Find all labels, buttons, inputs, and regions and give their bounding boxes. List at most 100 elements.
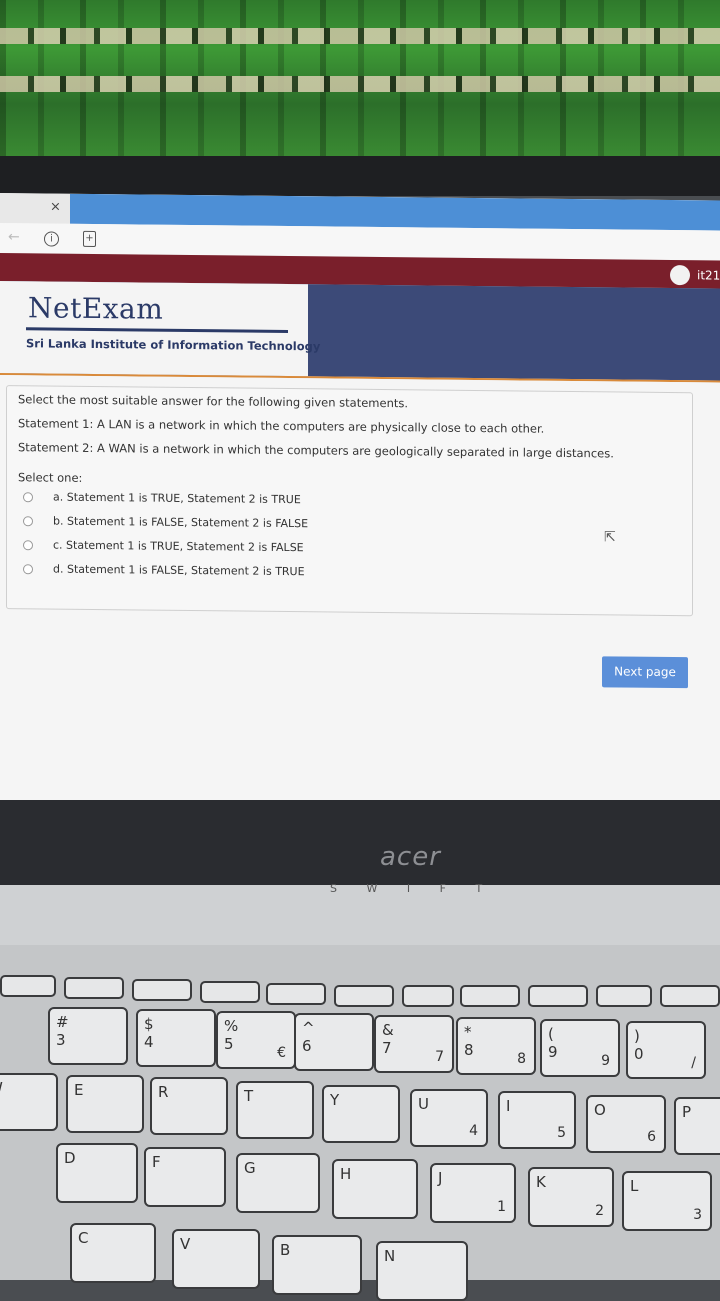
key-alt: 9 bbox=[601, 1053, 610, 1069]
key-digit: 5 bbox=[224, 1035, 234, 1053]
answer-option-c[interactable]: c. Statement 1 is TRUE, Statement 2 is F… bbox=[23, 538, 304, 557]
question-card: Select the most suitable answer for the … bbox=[6, 385, 693, 617]
next-page-button[interactable]: Next page bbox=[602, 656, 688, 689]
function-key[interactable] bbox=[132, 979, 192, 1001]
option-label: b. Statement 1 is FALSE, Statement 2 is … bbox=[53, 514, 309, 531]
key-digit: 0 bbox=[634, 1045, 644, 1063]
close-icon[interactable]: × bbox=[50, 200, 61, 215]
key-symbol: ) bbox=[634, 1027, 640, 1045]
function-key[interactable] bbox=[596, 985, 652, 1007]
option-label: a. Statement 1 is TRUE, Statement 2 is T… bbox=[53, 490, 301, 507]
key[interactable]: H bbox=[332, 1159, 418, 1219]
key[interactable]: C bbox=[70, 1223, 156, 1283]
curtain-pattern bbox=[0, 28, 720, 44]
status-letter: T bbox=[475, 882, 483, 895]
key-letter: K bbox=[536, 1173, 546, 1191]
key[interactable]: * 8 8 bbox=[456, 1017, 536, 1075]
key-letter: U bbox=[418, 1095, 429, 1113]
answer-option-b[interactable]: b. Statement 1 is FALSE, Statement 2 is … bbox=[23, 514, 308, 533]
key-letter: G bbox=[244, 1159, 256, 1177]
key[interactable]: V bbox=[172, 1229, 260, 1289]
avatar[interactable] bbox=[670, 265, 690, 286]
key-symbol: $ bbox=[144, 1015, 154, 1033]
key[interactable]: ) 0 / bbox=[626, 1021, 706, 1079]
key[interactable]: J1 bbox=[430, 1163, 516, 1223]
laptop-logo: acer bbox=[380, 842, 441, 872]
radio-button[interactable] bbox=[23, 516, 33, 527]
key[interactable]: E bbox=[66, 1075, 144, 1133]
key[interactable]: P bbox=[674, 1097, 720, 1155]
key[interactable]: U4 bbox=[410, 1089, 488, 1147]
answer-option-a[interactable]: a. Statement 1 is TRUE, Statement 2 is T… bbox=[23, 490, 301, 509]
key-letter: T bbox=[244, 1087, 254, 1105]
key[interactable]: N bbox=[376, 1241, 468, 1301]
function-key[interactable] bbox=[460, 985, 520, 1007]
function-key[interactable] bbox=[334, 985, 394, 1007]
key-letter: N bbox=[384, 1247, 396, 1265]
radio-button[interactable] bbox=[23, 492, 33, 503]
key[interactable]: (9 9 bbox=[540, 1019, 620, 1077]
function-key[interactable] bbox=[402, 985, 454, 1007]
key[interactable]: W bbox=[0, 1073, 58, 1131]
select-label: Select one: bbox=[18, 470, 83, 485]
status-letter: I bbox=[406, 882, 411, 895]
key-letter: E bbox=[74, 1081, 84, 1099]
key-letter: O bbox=[594, 1101, 606, 1119]
function-key[interactable] bbox=[0, 975, 56, 997]
function-key[interactable] bbox=[64, 977, 124, 999]
key-letter: L bbox=[630, 1177, 639, 1195]
laptop-bezel-top bbox=[0, 156, 720, 196]
key[interactable]: $4 bbox=[136, 1009, 216, 1067]
key-digit: 6 bbox=[302, 1037, 312, 1055]
key[interactable]: ^ 6 bbox=[294, 1013, 374, 1071]
answer-option-d[interactable]: d. Statement 1 is FALSE, Statement 2 is … bbox=[23, 562, 305, 581]
brand-name[interactable]: NetExam bbox=[28, 291, 163, 325]
key[interactable]: G bbox=[236, 1153, 320, 1213]
key[interactable]: B bbox=[272, 1235, 362, 1295]
key-letter: C bbox=[78, 1229, 89, 1247]
key-letter: P bbox=[682, 1103, 692, 1121]
key-symbol: # bbox=[56, 1013, 69, 1031]
user-name[interactable]: it21 bbox=[697, 268, 720, 282]
key[interactable]: Y bbox=[322, 1085, 400, 1143]
page-icon[interactable]: + bbox=[83, 230, 96, 248]
function-key[interactable] bbox=[528, 985, 588, 1007]
key-alt: 6 bbox=[647, 1129, 656, 1145]
key[interactable]: O6 bbox=[586, 1095, 666, 1153]
function-key[interactable] bbox=[266, 983, 326, 1005]
back-arrow-icon[interactable]: ← bbox=[8, 229, 20, 245]
key-letter: D bbox=[64, 1149, 76, 1167]
key-alt: / bbox=[691, 1055, 696, 1071]
key[interactable]: T bbox=[236, 1081, 314, 1139]
question-statement-2: Statement 2: A WAN is a network in which… bbox=[18, 440, 614, 461]
mouse-cursor-icon: ⇱ bbox=[604, 529, 616, 546]
key[interactable]: I5 bbox=[498, 1091, 576, 1149]
key-symbol: * bbox=[464, 1023, 472, 1041]
key-letter: W bbox=[0, 1079, 3, 1097]
question-instruction: Select the most suitable answer for the … bbox=[18, 392, 409, 411]
key-alt: 7 bbox=[435, 1049, 444, 1065]
keyboard: #3 $4 %5€ ^6 &77 *88 (99 )0/ W E R T Y U… bbox=[0, 945, 720, 1301]
key-symbol: & bbox=[382, 1021, 394, 1039]
option-label: c. Statement 1 is TRUE, Statement 2 is F… bbox=[53, 538, 304, 555]
key-symbol: ^ bbox=[302, 1019, 315, 1037]
key[interactable]: R bbox=[150, 1077, 228, 1135]
key-alt: 8 bbox=[517, 1051, 526, 1067]
info-icon[interactable]: i bbox=[44, 231, 59, 247]
key[interactable]: L3 bbox=[622, 1171, 712, 1231]
function-key[interactable] bbox=[200, 981, 260, 1003]
key[interactable]: & 7 7 bbox=[374, 1015, 454, 1073]
key-digit: 4 bbox=[144, 1033, 154, 1051]
key[interactable]: #3 bbox=[48, 1007, 128, 1065]
key-letter: B bbox=[280, 1241, 291, 1259]
key[interactable]: % 5 € bbox=[216, 1011, 296, 1069]
key[interactable]: D bbox=[56, 1143, 138, 1203]
key[interactable]: F bbox=[144, 1147, 226, 1207]
function-key[interactable] bbox=[660, 985, 720, 1007]
radio-button[interactable] bbox=[23, 540, 33, 551]
radio-button[interactable] bbox=[23, 564, 33, 575]
key-alt: € bbox=[277, 1045, 286, 1061]
key-letter: H bbox=[340, 1165, 352, 1183]
key[interactable]: K2 bbox=[528, 1167, 614, 1227]
key-alt: 4 bbox=[469, 1123, 478, 1139]
